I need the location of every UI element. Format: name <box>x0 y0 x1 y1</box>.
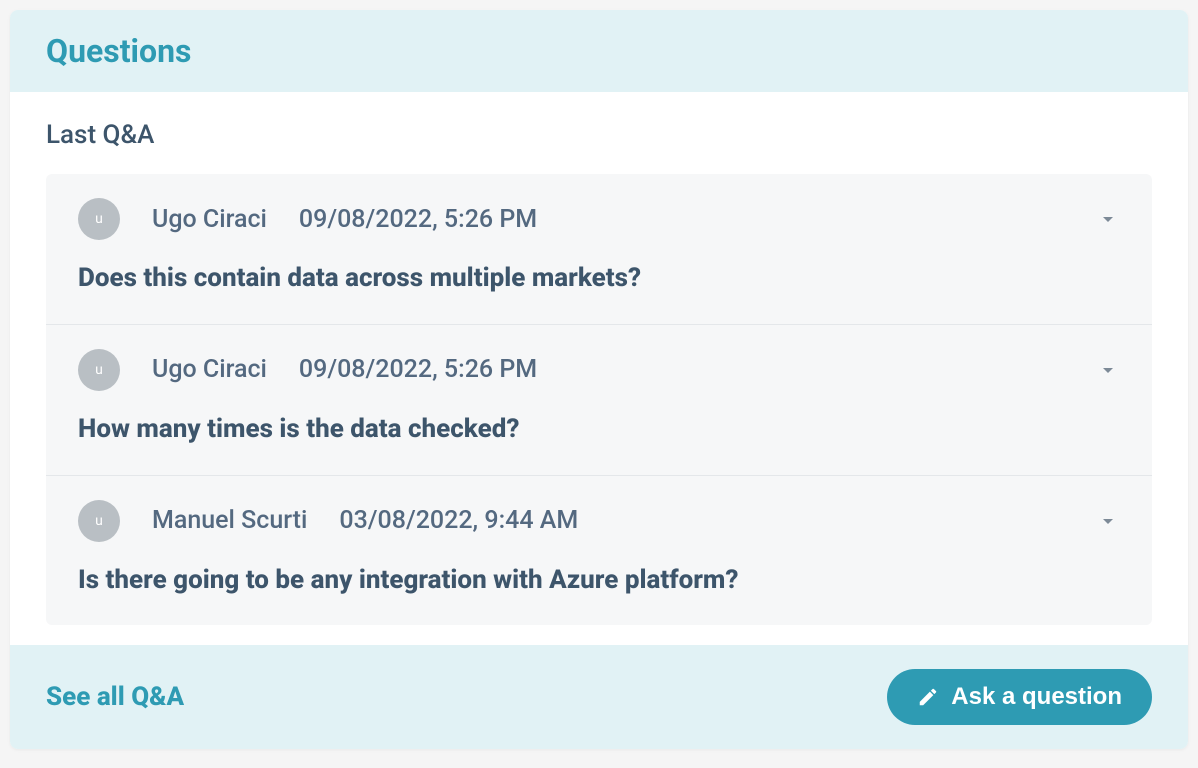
panel-footer: See all Q&A Ask a question <box>10 645 1188 749</box>
qa-list: u Ugo Ciraci 09/08/2022, 5:26 PM Does th… <box>46 174 1152 625</box>
author-name: Manuel Scurti <box>152 506 307 535</box>
avatar: u <box>78 349 120 391</box>
ask-button-label: Ask a question <box>951 683 1122 711</box>
chevron-down-icon[interactable] <box>1096 358 1120 382</box>
chevron-down-icon[interactable] <box>1096 509 1120 533</box>
ask-question-button[interactable]: Ask a question <box>887 669 1152 725</box>
panel-body: Last Q&A u Ugo Ciraci 09/08/2022, 5:26 P… <box>10 92 1188 645</box>
timestamp: 09/08/2022, 5:26 PM <box>299 205 537 234</box>
question-text: Is there going to be any integration wit… <box>78 564 1120 598</box>
avatar: u <box>78 500 120 542</box>
timestamp: 03/08/2022, 9:44 AM <box>339 506 578 535</box>
pencil-icon <box>917 686 939 708</box>
question-text: Does this contain data across multiple m… <box>78 262 1120 296</box>
qa-meta: u Ugo Ciraci 09/08/2022, 5:26 PM <box>78 349 1120 391</box>
avatar: u <box>78 198 120 240</box>
qa-item[interactable]: u Ugo Ciraci 09/08/2022, 5:26 PM How man… <box>46 325 1152 476</box>
see-all-link[interactable]: See all Q&A <box>46 682 184 712</box>
last-qa-label: Last Q&A <box>46 120 1152 150</box>
question-text: How many times is the data checked? <box>78 413 1120 447</box>
panel-title: Questions <box>46 32 1152 70</box>
chevron-down-icon[interactable] <box>1096 207 1120 231</box>
panel-header: Questions <box>10 10 1188 92</box>
questions-panel: Questions Last Q&A u Ugo Ciraci 09/08/20… <box>10 10 1188 749</box>
author-name: Ugo Ciraci <box>152 205 267 234</box>
qa-item[interactable]: u Ugo Ciraci 09/08/2022, 5:26 PM Does th… <box>46 174 1152 325</box>
qa-meta: u Ugo Ciraci 09/08/2022, 5:26 PM <box>78 198 1120 240</box>
qa-meta: u Manuel Scurti 03/08/2022, 9:44 AM <box>78 500 1120 542</box>
author-name: Ugo Ciraci <box>152 355 267 384</box>
qa-item[interactable]: u Manuel Scurti 03/08/2022, 9:44 AM Is t… <box>46 476 1152 626</box>
timestamp: 09/08/2022, 5:26 PM <box>299 355 537 384</box>
